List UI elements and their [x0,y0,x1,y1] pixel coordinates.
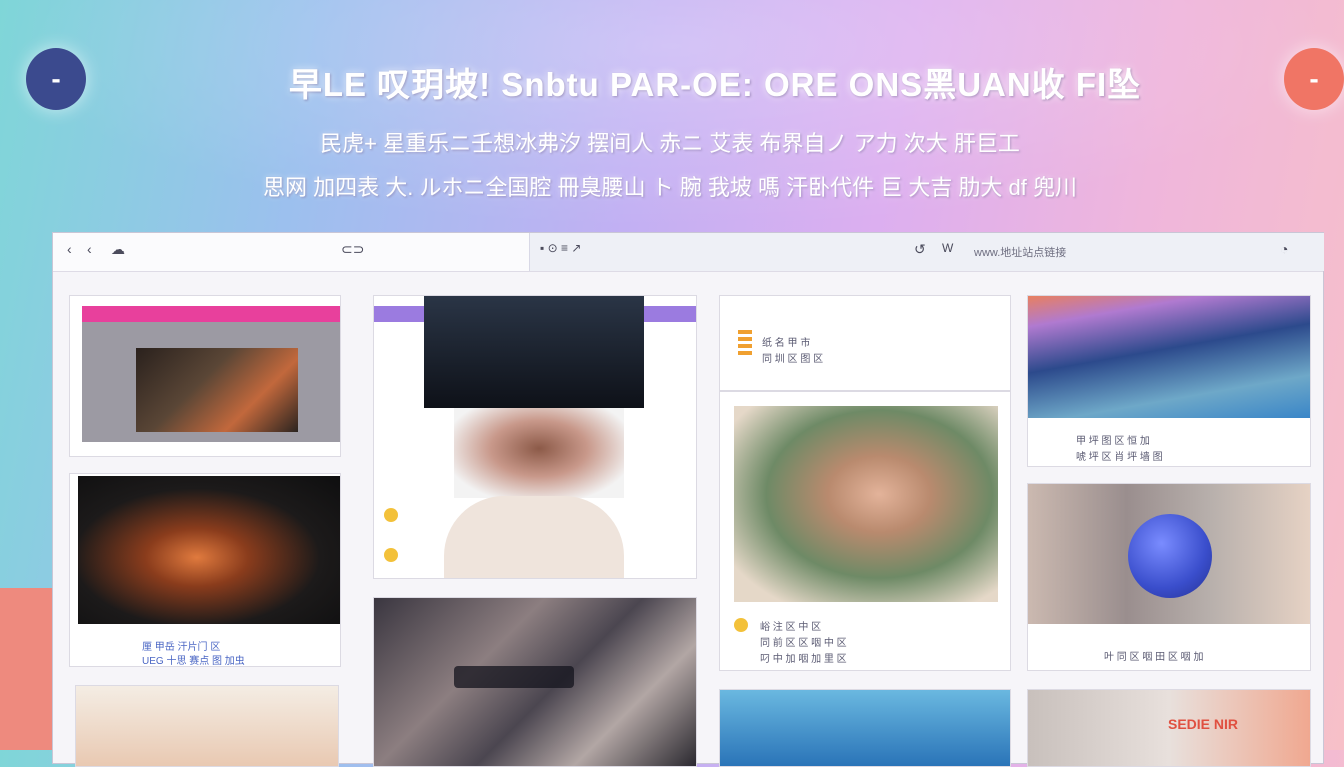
portrait-caption-1: 峪 注 区 中 区 [760,622,822,633]
portrait-image [734,406,998,602]
address-bar[interactable]: ▪ ⊙ ≡ ↗ ↺ W www.地址站点链接 ◔ [529,233,1324,271]
cloud-icon[interactable]: ☁ [111,241,125,258]
list-bullets [738,330,752,358]
address-bar-url: www.地址站点链接 [974,247,1067,259]
bottom-left-image [76,686,338,766]
card-bottom-right[interactable]: SEDIE NIR [1027,689,1311,767]
extension-icon[interactable]: W [942,241,953,255]
sky-image [1028,296,1310,418]
address-bar-icons: ▪ ⊙ ≡ ↗ [540,241,582,255]
card-bottom-left[interactable] [75,685,339,767]
minus-icon: - [51,63,61,94]
card-marble-texture[interactable] [373,597,697,767]
reaction-icon[interactable] [734,618,748,632]
food-caption-2: UEG 十思 赛点 图 加虫 [142,656,245,667]
card-sky-clouds[interactable]: 甲 坪 图 区 恒 加 唬 坪 区 肖 坪 墙 图 [1027,295,1311,467]
blue-caption: 叶 同 区 咽 田 区 咽 加 [1104,652,1204,663]
browser-window: ‹ ‹ ☁ ⊂⊃ ▪ ⊙ ≡ ↗ ↺ W www.地址站点链接 ◔ 厘 甲岳 汗… [52,232,1324,767]
tab-icon[interactable]: ⊂⊃ [341,241,364,258]
portrait-caption-3: 叼 中 加 咽 加 里 区 [760,654,847,665]
sky-caption-2: 唬 坪 区 肖 坪 墙 图 [1076,452,1163,463]
minus-icon: - [1309,63,1319,94]
ocean-image [720,690,1010,766]
forward-icon[interactable]: ‹ [87,241,92,257]
info-caption-2: 同 圳 区 图 区 [762,354,824,365]
card-stage-performer[interactable] [373,295,697,579]
right-minus-button[interactable]: - [1284,48,1344,110]
food-caption-1: 厘 甲岳 汗片门 区 [142,642,221,653]
page-subtitle-1: 民虎+ 星重乐ニ壬想冰弗汐 摆间人 赤ニ 艾表 布界自ノ ア力 次大 肝巨工 [320,131,1020,156]
card-blue-ball[interactable]: 叶 同 区 咽 田 区 咽 加 [1027,483,1311,671]
card-food-photo[interactable]: 厘 甲岳 汗片门 区 UEG 十思 赛点 图 加虫 [69,473,341,667]
stage-chair [444,496,624,578]
ship-image [136,348,298,432]
reaction-icon[interactable] [384,508,398,522]
bottom-right-text: SEDIE NIR [1168,716,1239,732]
food-image [78,476,340,624]
sky-caption-1: 甲 坪 图 区 恒 加 [1076,436,1150,447]
info-caption-1: 纸 名 甲 市 [762,338,811,349]
media-controls[interactable] [454,666,574,688]
portrait-caption-2: 同 前 区 区 咽 中 区 [760,638,847,649]
card-text-info[interactable]: 纸 名 甲 市 同 圳 区 图 区 [719,295,1011,391]
blue-ball [1128,514,1212,598]
card-ocean[interactable] [719,689,1011,767]
card-portrait-photo[interactable]: 峪 注 区 中 区 同 前 区 区 咽 中 区 叼 中 加 咽 加 里 区 [719,391,1011,671]
page-subtitle-2: 思网 加四表 大. ルホニ全国腔 冊臭腰山 ト 腕 我坡 嗎 汗卧代件 巨 大吉… [262,175,1078,200]
performer-image [454,408,624,498]
card-ship-photo[interactable] [69,295,341,457]
back-icon[interactable]: ‹ [67,241,72,257]
page-headline: 早LE 叹玥坡! Snbtu PAR-OE: ORE ONS黑UAN收 FI坠 [288,66,1142,103]
coral-accent-block [0,588,52,750]
browser-toolbar: ‹ ‹ ☁ ⊂⊃ ▪ ⊙ ≡ ↗ ↺ W www.地址站点链接 ◔ [53,233,1324,272]
profile-icon[interactable]: ◔ [1280,241,1288,257]
stage-screen [424,296,644,408]
card-header-bar [82,306,340,322]
reload-icon[interactable]: ↺ [914,241,926,258]
left-minus-button[interactable]: - [26,48,86,110]
reaction-icon[interactable] [384,548,398,562]
